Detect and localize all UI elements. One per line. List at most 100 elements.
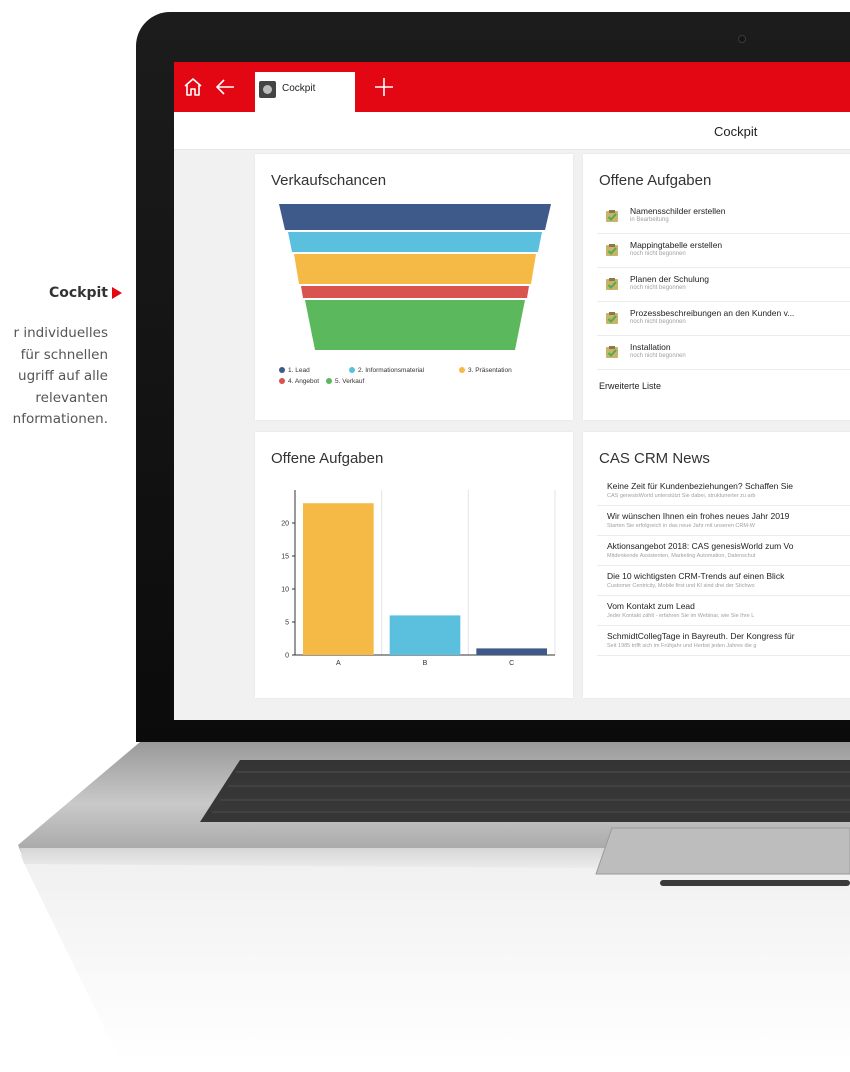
task-item[interactable]: Namensschilder erstellen in Bearbeitung [597, 202, 850, 234]
card-title: Offene Aufgaben [599, 172, 712, 189]
caption-line: r individuelles [13, 325, 108, 341]
legend-dot [349, 367, 355, 373]
caption-title: Cockpit [0, 285, 122, 301]
legend-item[interactable]: 5. Verkauf [326, 378, 364, 385]
task-item[interactable]: Prozessbeschreibungen an den Kunden v...… [597, 304, 850, 336]
news-teaser: Seit 1985 trifft sich im Frühjahr und He… [607, 643, 757, 649]
y-tick-label: 20 [281, 521, 289, 528]
task-title: Planen der Schulung [630, 274, 709, 284]
open-tasks-chart-card: Offene Aufgaben 0 5 10 15 20 A B C [255, 432, 573, 698]
task-check-icon [606, 312, 618, 324]
legend-item[interactable]: 4. Angebot [279, 378, 319, 385]
task-check-icon [606, 210, 618, 222]
news-teaser: Jeder Kontakt zählt - erfahren Sie im We… [607, 613, 755, 619]
task-check-icon [606, 278, 618, 290]
open-tasks-bar-chart: 0 5 10 15 20 A B C [281, 490, 556, 667]
task-check-icon [606, 244, 618, 256]
page-header: Cockpit [174, 112, 850, 150]
legend-dot [326, 378, 332, 384]
legend-item[interactable]: 3. Präsentation [459, 367, 512, 374]
extended-list-link[interactable]: Erweiterte Liste [599, 381, 661, 391]
plus-icon[interactable] [373, 76, 395, 98]
task-status: noch nicht begonnen [630, 319, 686, 325]
open-tasks-card: Offene Aufgaben Namensschilder erstellen… [583, 154, 850, 420]
legend-label: 2. Informationsmaterial [358, 367, 425, 374]
home-icon[interactable] [182, 76, 204, 98]
arrow-left-icon[interactable] [214, 76, 236, 98]
bar-b[interactable] [389, 615, 461, 655]
news-item[interactable]: Keine Zeit für Kundenbeziehungen? Schaff… [597, 476, 850, 506]
caption-text: r individuelles für schnellen ugriff auf… [0, 323, 122, 431]
task-title: Prozessbeschreibungen an den Kunden v... [630, 308, 795, 318]
task-item[interactable]: Installation noch nicht begonnen [597, 338, 850, 370]
news-title: Aktionsangebot 2018: CAS genesisWorld zu… [607, 541, 794, 551]
sales-opportunities-card: Verkaufschancen 1. Lead 2. Informationsm… [255, 154, 573, 420]
funnel-stage-lead[interactable] [279, 204, 551, 230]
task-status: noch nicht begonnen [630, 285, 686, 291]
camera-icon [738, 35, 746, 43]
legend-dot [279, 367, 285, 373]
feature-caption: Cockpit r individuelles für schnellen ug… [0, 285, 122, 431]
news-title: Wir wünschen Ihnen ein frohes neues Jahr… [607, 511, 790, 521]
y-tick-label: 10 [281, 587, 289, 594]
card-title: Offene Aufgaben [271, 450, 384, 467]
tab-label: Cockpit [282, 83, 316, 94]
task-title: Namensschilder erstellen [630, 206, 726, 216]
news-title: Keine Zeit für Kundenbeziehungen? Schaff… [607, 481, 794, 491]
caption-line: für schnellen [20, 346, 108, 363]
news-teaser: Starten Sie erfolgreich in das neue Jahr… [607, 523, 755, 529]
triangle-right-icon [112, 287, 122, 299]
news-title: Vom Kontakt zum Lead [607, 601, 695, 611]
app-screen: Cockpit Cockpit Verkaufschancen 1. Lead … [174, 62, 850, 720]
card-title: CAS CRM News [599, 450, 710, 467]
page-title: Cockpit [714, 124, 758, 139]
legend-label: 4. Angebot [288, 378, 320, 385]
y-tick-label: 0 [285, 653, 289, 660]
news-teaser: Customer Centricity, Mobile first und KI… [607, 583, 755, 589]
news-teaser: Mitdenkende Assistenten, Marketing Autom… [607, 553, 756, 559]
x-tick-label: A [336, 660, 341, 667]
cockpit-icon [259, 81, 276, 98]
sales-funnel [279, 204, 551, 350]
app-bar: Cockpit [174, 62, 850, 112]
funnel-stage-presentation[interactable] [294, 254, 536, 284]
funnel-stage-offer[interactable] [301, 286, 529, 298]
task-item[interactable]: Planen der Schulung noch nicht begonnen [597, 270, 850, 302]
y-tick-label: 5 [285, 620, 289, 627]
cas-crm-news-card: CAS CRM News Keine Zeit für Kundenbezieh… [583, 432, 850, 698]
legend-label: 3. Präsentation [468, 367, 512, 374]
x-tick-label: C [509, 660, 514, 667]
legend-item[interactable]: 1. Lead [279, 367, 310, 374]
bar-c[interactable] [476, 648, 547, 655]
legend-dot [459, 367, 465, 373]
tab-cockpit[interactable]: Cockpit [255, 72, 355, 112]
legend-label: 5. Verkauf [335, 378, 365, 385]
legend-dot [279, 378, 285, 384]
y-tick-label: 15 [281, 554, 289, 561]
legend-item[interactable]: 2. Informationsmaterial [349, 367, 424, 374]
funnel-stage-information[interactable] [288, 232, 542, 252]
task-check-icon [606, 346, 618, 358]
task-status: in Bearbeitung [630, 217, 669, 223]
caption-line: nformationen. [12, 411, 108, 427]
card-title: Verkaufschancen [271, 172, 387, 189]
news-title: Die 10 wichtigsten CRM-Trends auf einen … [607, 571, 785, 581]
news-item[interactable]: Aktionsangebot 2018: CAS genesisWorld zu… [597, 536, 850, 566]
task-status: noch nicht begonnen [630, 353, 686, 359]
task-title: Mappingtabelle erstellen [630, 240, 723, 250]
news-item[interactable]: Die 10 wichtigsten CRM-Trends auf einen … [597, 566, 850, 596]
caption-line: relevanten [35, 389, 108, 406]
caption-title-text: Cockpit [48, 285, 108, 301]
caption-line: ugriff auf alle [18, 368, 108, 384]
task-title: Installation [630, 342, 671, 352]
news-title: SchmidtCollegTage in Bayreuth. Der Kongr… [607, 631, 795, 641]
funnel-stage-sale[interactable] [305, 300, 525, 350]
news-item[interactable]: SchmidtCollegTage in Bayreuth. Der Kongr… [597, 626, 850, 656]
news-item[interactable]: Wir wünschen Ihnen ein frohes neues Jahr… [597, 506, 850, 536]
bar-a[interactable] [303, 503, 374, 655]
x-tick-label: B [423, 660, 428, 667]
task-item[interactable]: Mappingtabelle erstellen noch nicht begon… [597, 236, 850, 268]
task-status: noch nicht begonnen [630, 251, 686, 257]
news-item[interactable]: Vom Kontakt zum Lead Jeder Kontakt zählt … [597, 596, 850, 626]
news-teaser: CAS genesisWorld unterstützt Sie dabei, … [607, 493, 756, 499]
